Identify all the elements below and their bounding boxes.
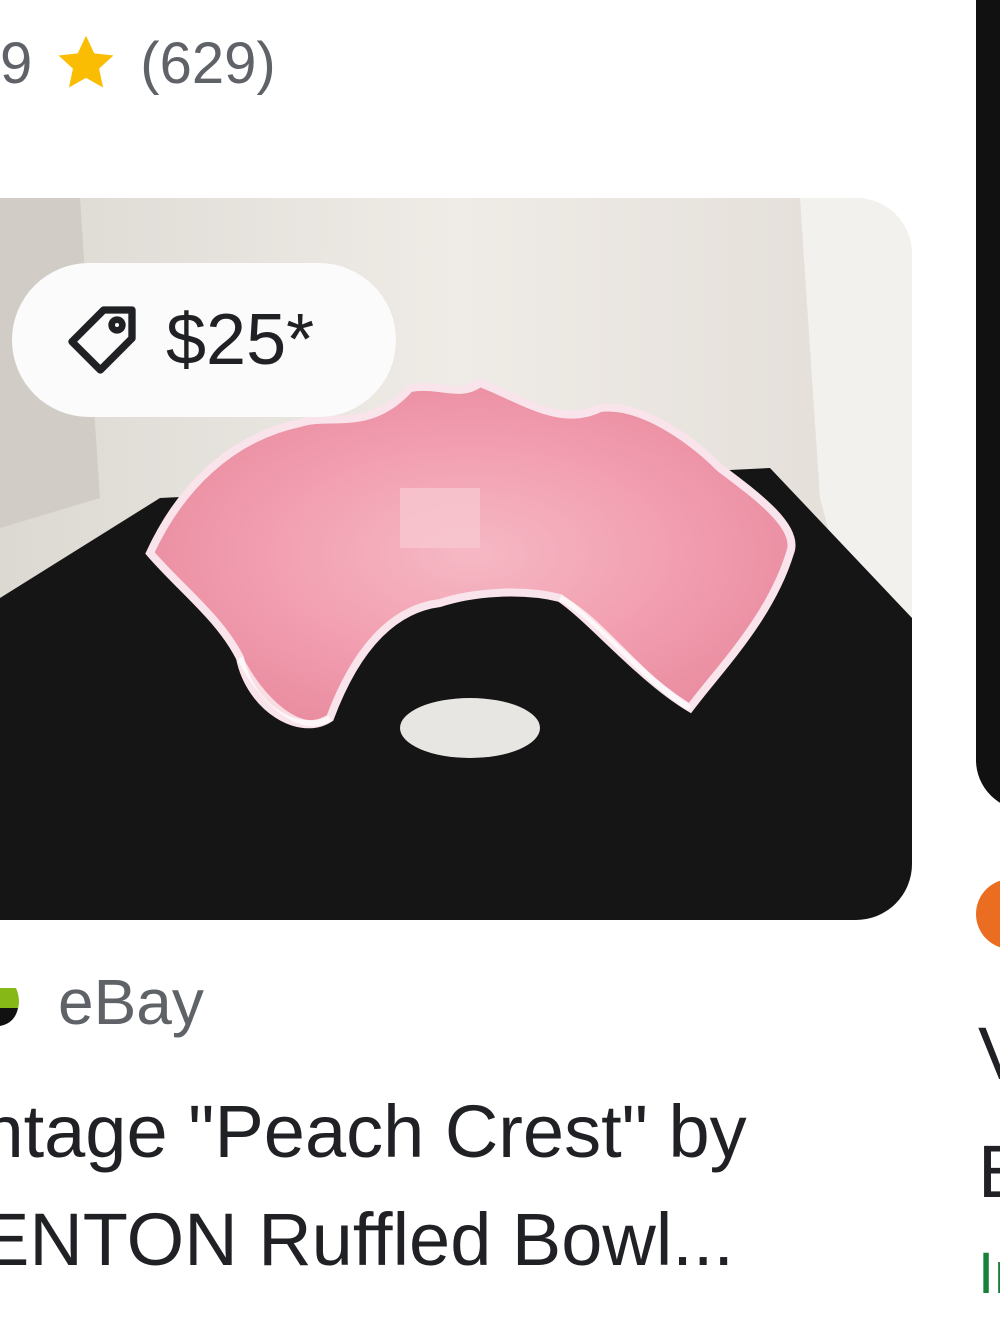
next-product-title-line-1[interactable]: V <box>978 995 1000 1113</box>
next-merchant-logo-icon <box>976 879 1000 949</box>
rating-score: 9 <box>0 30 33 96</box>
rating-row: 9 (629) <box>0 28 276 98</box>
product-title[interactable]: intage "Peach Crest" by ENTON Ruffled Bo… <box>0 1078 930 1294</box>
product-title-line-2[interactable]: ENTON Ruffled Bowl... <box>0 1186 930 1294</box>
merchant-row: eBay <box>0 962 204 1042</box>
next-product-title[interactable]: V E <box>978 995 1000 1231</box>
price-label: $25* <box>166 300 315 380</box>
review-count: (629) <box>140 30 276 96</box>
merchant-name: eBay <box>58 966 204 1038</box>
next-product-status: In <box>978 1241 1000 1306</box>
merchant-logo-icon <box>0 988 19 1026</box>
next-product-image[interactable] <box>976 0 1000 810</box>
shopping-results: 9 (629) $25* eBay intage "Peach Crest" b… <box>0 0 1000 1333</box>
product-title-line-1[interactable]: intage "Peach Crest" by <box>0 1078 930 1186</box>
star-icon <box>58 35 114 88</box>
tag-icon <box>68 306 136 374</box>
next-product-title-line-2[interactable]: E <box>978 1113 1000 1231</box>
price-chip: $25* <box>12 263 396 417</box>
